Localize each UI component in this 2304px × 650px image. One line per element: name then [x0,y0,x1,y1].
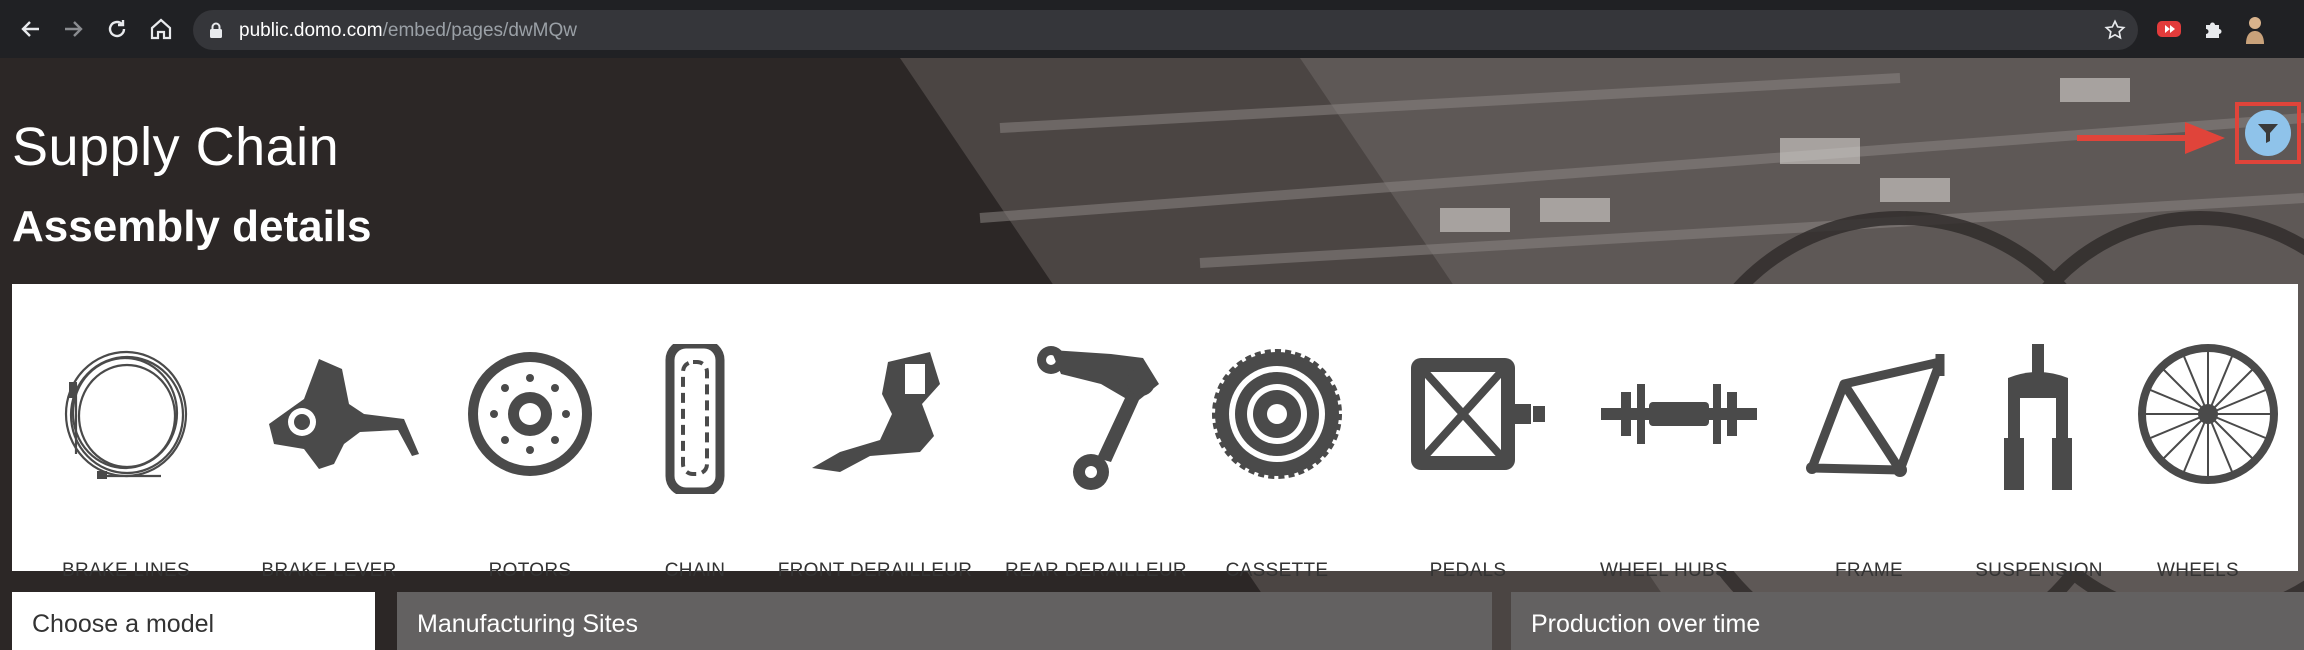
part-label: WHEELS [2156,560,2240,581]
filter-icon [2258,124,2278,143]
filter-button[interactable] [2245,110,2291,156]
url-host: public.domo.com [239,20,383,41]
page-title: Supply Chain [12,117,340,177]
back-arrow-icon[interactable] [16,14,46,44]
brake-lines-icon [64,350,188,479]
part-label: CHAIN [664,560,726,581]
production-card-title: Production over time [1531,610,1761,638]
part-label: WHEEL HUBS [1600,560,1728,581]
part-label: BRAKE LINES [62,560,190,581]
sites-card-title: Manufacturing Sites [417,610,638,638]
rear-derailleur-icon [1037,346,1159,490]
part-front-derailleur[interactable]: FRONT DERAILLEUR [775,284,975,581]
parts-panel: BRAKE LINES BRAKE LEVER ROTORS CHAIN FRO… [12,284,2298,581]
forward-arrow-icon[interactable] [58,14,88,44]
wheel-hubs-icon [1601,384,1757,444]
part-chain[interactable]: CHAIN [595,284,795,581]
model-card[interactable]: Choose a model [12,592,375,650]
pedals-icon [1411,358,1545,470]
chain-icon [665,344,725,494]
manufacturing-sites-card[interactable]: Manufacturing Sites [397,592,1492,650]
browser-toolbar: public.domo.com/embed/pages/dwMQw [0,0,2304,58]
reload-icon[interactable] [102,14,132,44]
url-text: public.domo.com/embed/pages/dwMQw [239,20,577,42]
arrow-annotation-icon [2077,122,2225,154]
model-card-title: Choose a model [32,610,215,638]
cassette-icon [1212,349,1342,479]
part-label: FRONT DERAILLEUR [777,560,973,581]
part-label: CASSETTE [1225,560,1329,581]
url-path: /embed/pages/dwMQw [382,20,577,41]
extension-icon[interactable] [2156,16,2182,42]
page-subtitle: Assembly details [12,202,372,251]
bookmark-star-icon[interactable] [2104,19,2126,46]
part-label: PEDALS [1429,560,1507,581]
home-icon[interactable] [146,14,176,44]
brake-lever-icon [269,359,419,469]
profile-avatar[interactable] [2242,16,2268,44]
part-wheel-hubs[interactable]: WHEEL HUBS [1564,284,1764,581]
part-cassette[interactable]: CASSETTE [1177,284,1377,581]
dashboard-page: Supply Chain Assembly details BRAKE LINE… [0,58,2304,650]
puzzle-icon[interactable] [2200,16,2226,42]
lock-icon [209,22,223,44]
part-wheels[interactable]: WHEELS [2098,284,2298,581]
suspension-icon [2004,344,2072,490]
part-brake-lever[interactable]: BRAKE LEVER [229,284,429,581]
address-bar[interactable]: public.domo.com/embed/pages/dwMQw [193,10,2138,50]
part-label: REAR DERAILLEUR [1005,560,1187,581]
part-pedals[interactable]: PEDALS [1368,284,1568,581]
part-label: BRAKE LEVER [261,560,397,581]
part-rear-derailleur[interactable]: REAR DERAILLEUR [996,284,1196,581]
wheels-icon [2138,344,2278,484]
front-derailleur-icon [812,352,940,472]
part-brake-lines[interactable]: BRAKE LINES [26,284,226,581]
production-card[interactable]: Production over time [1511,592,2304,650]
rotors-icon [468,352,592,476]
